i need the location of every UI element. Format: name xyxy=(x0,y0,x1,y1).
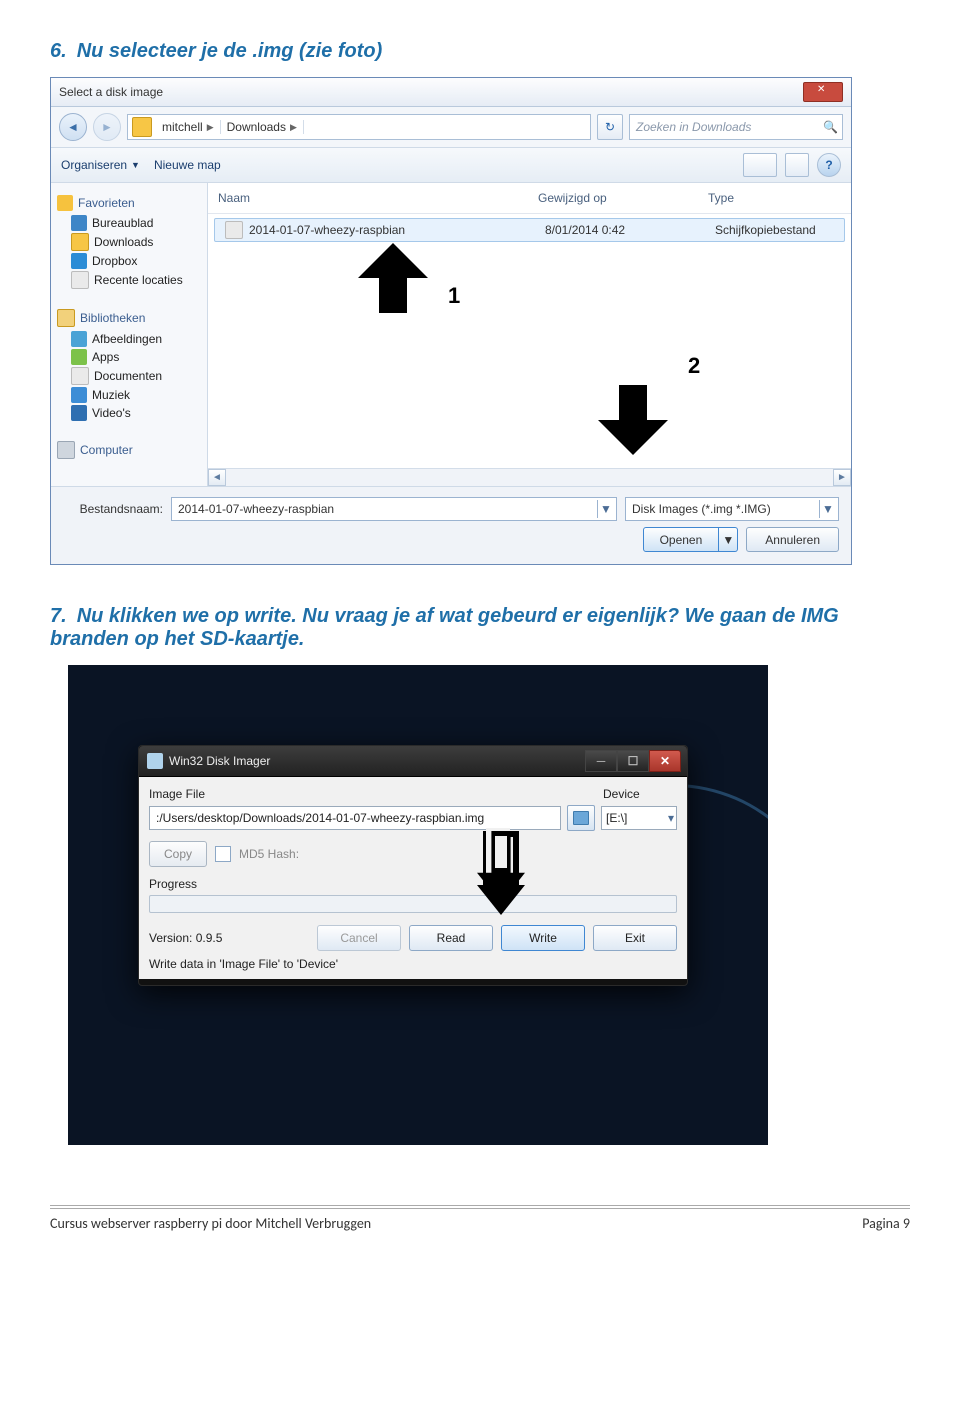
videos-icon xyxy=(71,405,87,421)
filter-value: Disk Images (*.img *.IMG) xyxy=(632,502,771,516)
close-button[interactable] xyxy=(803,82,843,102)
file-row[interactable]: 2014-01-07-wheezy-raspbian 8/01/2014 0:4… xyxy=(214,218,845,242)
copy-button[interactable]: Copy xyxy=(149,841,207,867)
sidebar-item-dropbox[interactable]: Dropbox xyxy=(92,254,137,268)
step-6-text: Nu selecteer je de .img (zie foto) xyxy=(77,40,383,62)
crumb-1[interactable]: Downloads xyxy=(227,120,286,134)
sidebar-item-recent[interactable]: Recente locaties xyxy=(94,273,183,287)
file-row-name: 2014-01-07-wheezy-raspbian xyxy=(249,223,405,237)
file-row-modified: 8/01/2014 0:42 xyxy=(535,223,705,237)
disk-image-icon xyxy=(225,221,243,239)
sidebar-item-videos[interactable]: Video's xyxy=(92,406,131,420)
step-6-number: 6. xyxy=(50,40,67,62)
music-icon xyxy=(71,387,87,403)
filename-value: 2014-01-07-wheezy-raspbian xyxy=(178,502,334,516)
libraries-icon xyxy=(57,309,75,327)
pictures-icon xyxy=(71,331,87,347)
version-label: Version: 0.9.5 xyxy=(149,931,222,945)
progress-label: Progress xyxy=(149,877,677,891)
sidebar-item-downloads[interactable]: Downloads xyxy=(94,235,153,249)
folder-icon xyxy=(71,233,89,251)
sidebar-item-apps[interactable]: Apps xyxy=(92,350,119,364)
image-file-label: Image File xyxy=(149,787,603,801)
preview-pane-button[interactable] xyxy=(785,153,809,177)
cancel-button[interactable]: Annuleren xyxy=(746,527,839,552)
organize-menu[interactable]: Organiseren ▼ xyxy=(61,158,140,172)
image-file-value: :/Users/desktop/Downloads/2014-01-07-whe… xyxy=(156,811,484,825)
chevron-down-icon[interactable]: ▼ xyxy=(597,500,614,518)
search-placeholder: Zoeken in Downloads xyxy=(636,120,751,134)
chevron-down-icon[interactable]: ▼ xyxy=(819,500,836,518)
desktop-screenshot: Win32 Disk Imager ─ ☐ ✕ Image File Devic… xyxy=(68,665,768,1145)
md5-label: MD5 Hash: xyxy=(239,847,299,861)
device-select[interactable]: [E:\] ▾ xyxy=(601,806,677,830)
crumb-0[interactable]: mitchell xyxy=(162,120,203,134)
md5-checkbox[interactable] xyxy=(215,846,231,862)
file-open-dialog: Select a disk image ◄ ► mitchell▶ Downlo… xyxy=(50,77,852,565)
dialog-title: Select a disk image xyxy=(59,85,803,99)
filename-input[interactable]: 2014-01-07-wheezy-raspbian ▼ xyxy=(171,497,617,521)
help-button[interactable]: ? xyxy=(817,153,841,177)
forward-button[interactable]: ► xyxy=(93,113,121,141)
folder-icon xyxy=(573,811,589,825)
window-title: Win32 Disk Imager xyxy=(169,754,270,768)
folder-icon xyxy=(132,117,152,137)
column-gewijzigd[interactable]: Gewijzigd op xyxy=(528,187,698,209)
sidebar-computer[interactable]: Computer xyxy=(80,443,133,457)
cancel-button[interactable]: Cancel xyxy=(317,925,401,951)
breadcrumb-bar[interactable]: mitchell▶ Downloads▶ xyxy=(127,114,591,140)
footer-left: Cursus webserver raspberry pi door Mitch… xyxy=(50,1215,371,1232)
file-list: Naam Gewijzigd op Type 2014-01-07-wheezy… xyxy=(208,183,851,486)
sidebar-item-afbeeldingen[interactable]: Afbeeldingen xyxy=(92,332,162,346)
star-icon xyxy=(57,195,73,211)
status-text: Write data in 'Image File' to 'Device' xyxy=(149,957,677,971)
step-7-number: 7. xyxy=(50,605,67,627)
minimize-button[interactable]: ─ xyxy=(585,750,617,772)
step-7-text: Nu klikken we op write. Nu vraag je af w… xyxy=(50,605,839,650)
sidebar: Favorieten Bureaublad Downloads Dropbox … xyxy=(51,183,208,486)
app-icon xyxy=(147,753,163,769)
chevron-down-icon: ▾ xyxy=(668,811,674,825)
device-label: Device xyxy=(603,787,677,801)
progress-bar xyxy=(149,895,677,913)
device-value: [E:\] xyxy=(606,811,627,825)
write-button[interactable]: Write xyxy=(501,925,585,951)
view-mode-button[interactable] xyxy=(743,153,777,177)
search-input[interactable]: Zoeken in Downloads 🔍 xyxy=(629,114,843,140)
dropbox-icon xyxy=(71,253,87,269)
sidebar-item-muziek[interactable]: Muziek xyxy=(92,388,130,402)
open-button[interactable]: Openen ▼ xyxy=(643,527,739,552)
filetype-filter[interactable]: Disk Images (*.img *.IMG) ▼ xyxy=(625,497,839,521)
footer-page: Pagina 9 xyxy=(862,1215,910,1232)
search-icon: 🔍 xyxy=(823,120,838,134)
scroll-right-icon[interactable]: ► xyxy=(833,469,851,486)
exit-button[interactable]: Exit xyxy=(593,925,677,951)
chevron-down-icon[interactable]: ▼ xyxy=(719,527,738,552)
column-type[interactable]: Type xyxy=(698,187,851,209)
maximize-button[interactable]: ☐ xyxy=(617,750,649,772)
new-folder-button[interactable]: Nieuwe map xyxy=(154,158,221,172)
column-naam[interactable]: Naam xyxy=(208,187,528,209)
scroll-left-icon[interactable]: ◄ xyxy=(208,469,226,486)
desktop-icon xyxy=(71,215,87,231)
filename-label: Bestandsnaam: xyxy=(63,502,163,516)
back-button[interactable]: ◄ xyxy=(59,113,87,141)
sidebar-item-bureaublad[interactable]: Bureaublad xyxy=(92,216,153,230)
sidebar-favorites[interactable]: Favorieten xyxy=(78,196,135,210)
file-row-type: Schijfkopiebestand xyxy=(705,223,844,237)
refresh-button[interactable]: ↻ xyxy=(597,114,623,140)
read-button[interactable]: Read xyxy=(409,925,493,951)
close-button[interactable]: ✕ xyxy=(649,750,681,772)
computer-icon xyxy=(57,441,75,459)
horizontal-scrollbar[interactable]: ◄ ► xyxy=(208,468,851,486)
browse-button[interactable] xyxy=(567,805,595,831)
recent-icon xyxy=(71,271,89,289)
sidebar-item-documenten[interactable]: Documenten xyxy=(94,369,162,383)
image-file-input[interactable]: :/Users/desktop/Downloads/2014-01-07-whe… xyxy=(149,806,561,830)
sidebar-libraries[interactable]: Bibliotheken xyxy=(80,311,145,325)
documents-icon xyxy=(71,367,89,385)
disk-imager-window: Win32 Disk Imager ─ ☐ ✕ Image File Devic… xyxy=(138,745,688,986)
apps-icon xyxy=(71,349,87,365)
